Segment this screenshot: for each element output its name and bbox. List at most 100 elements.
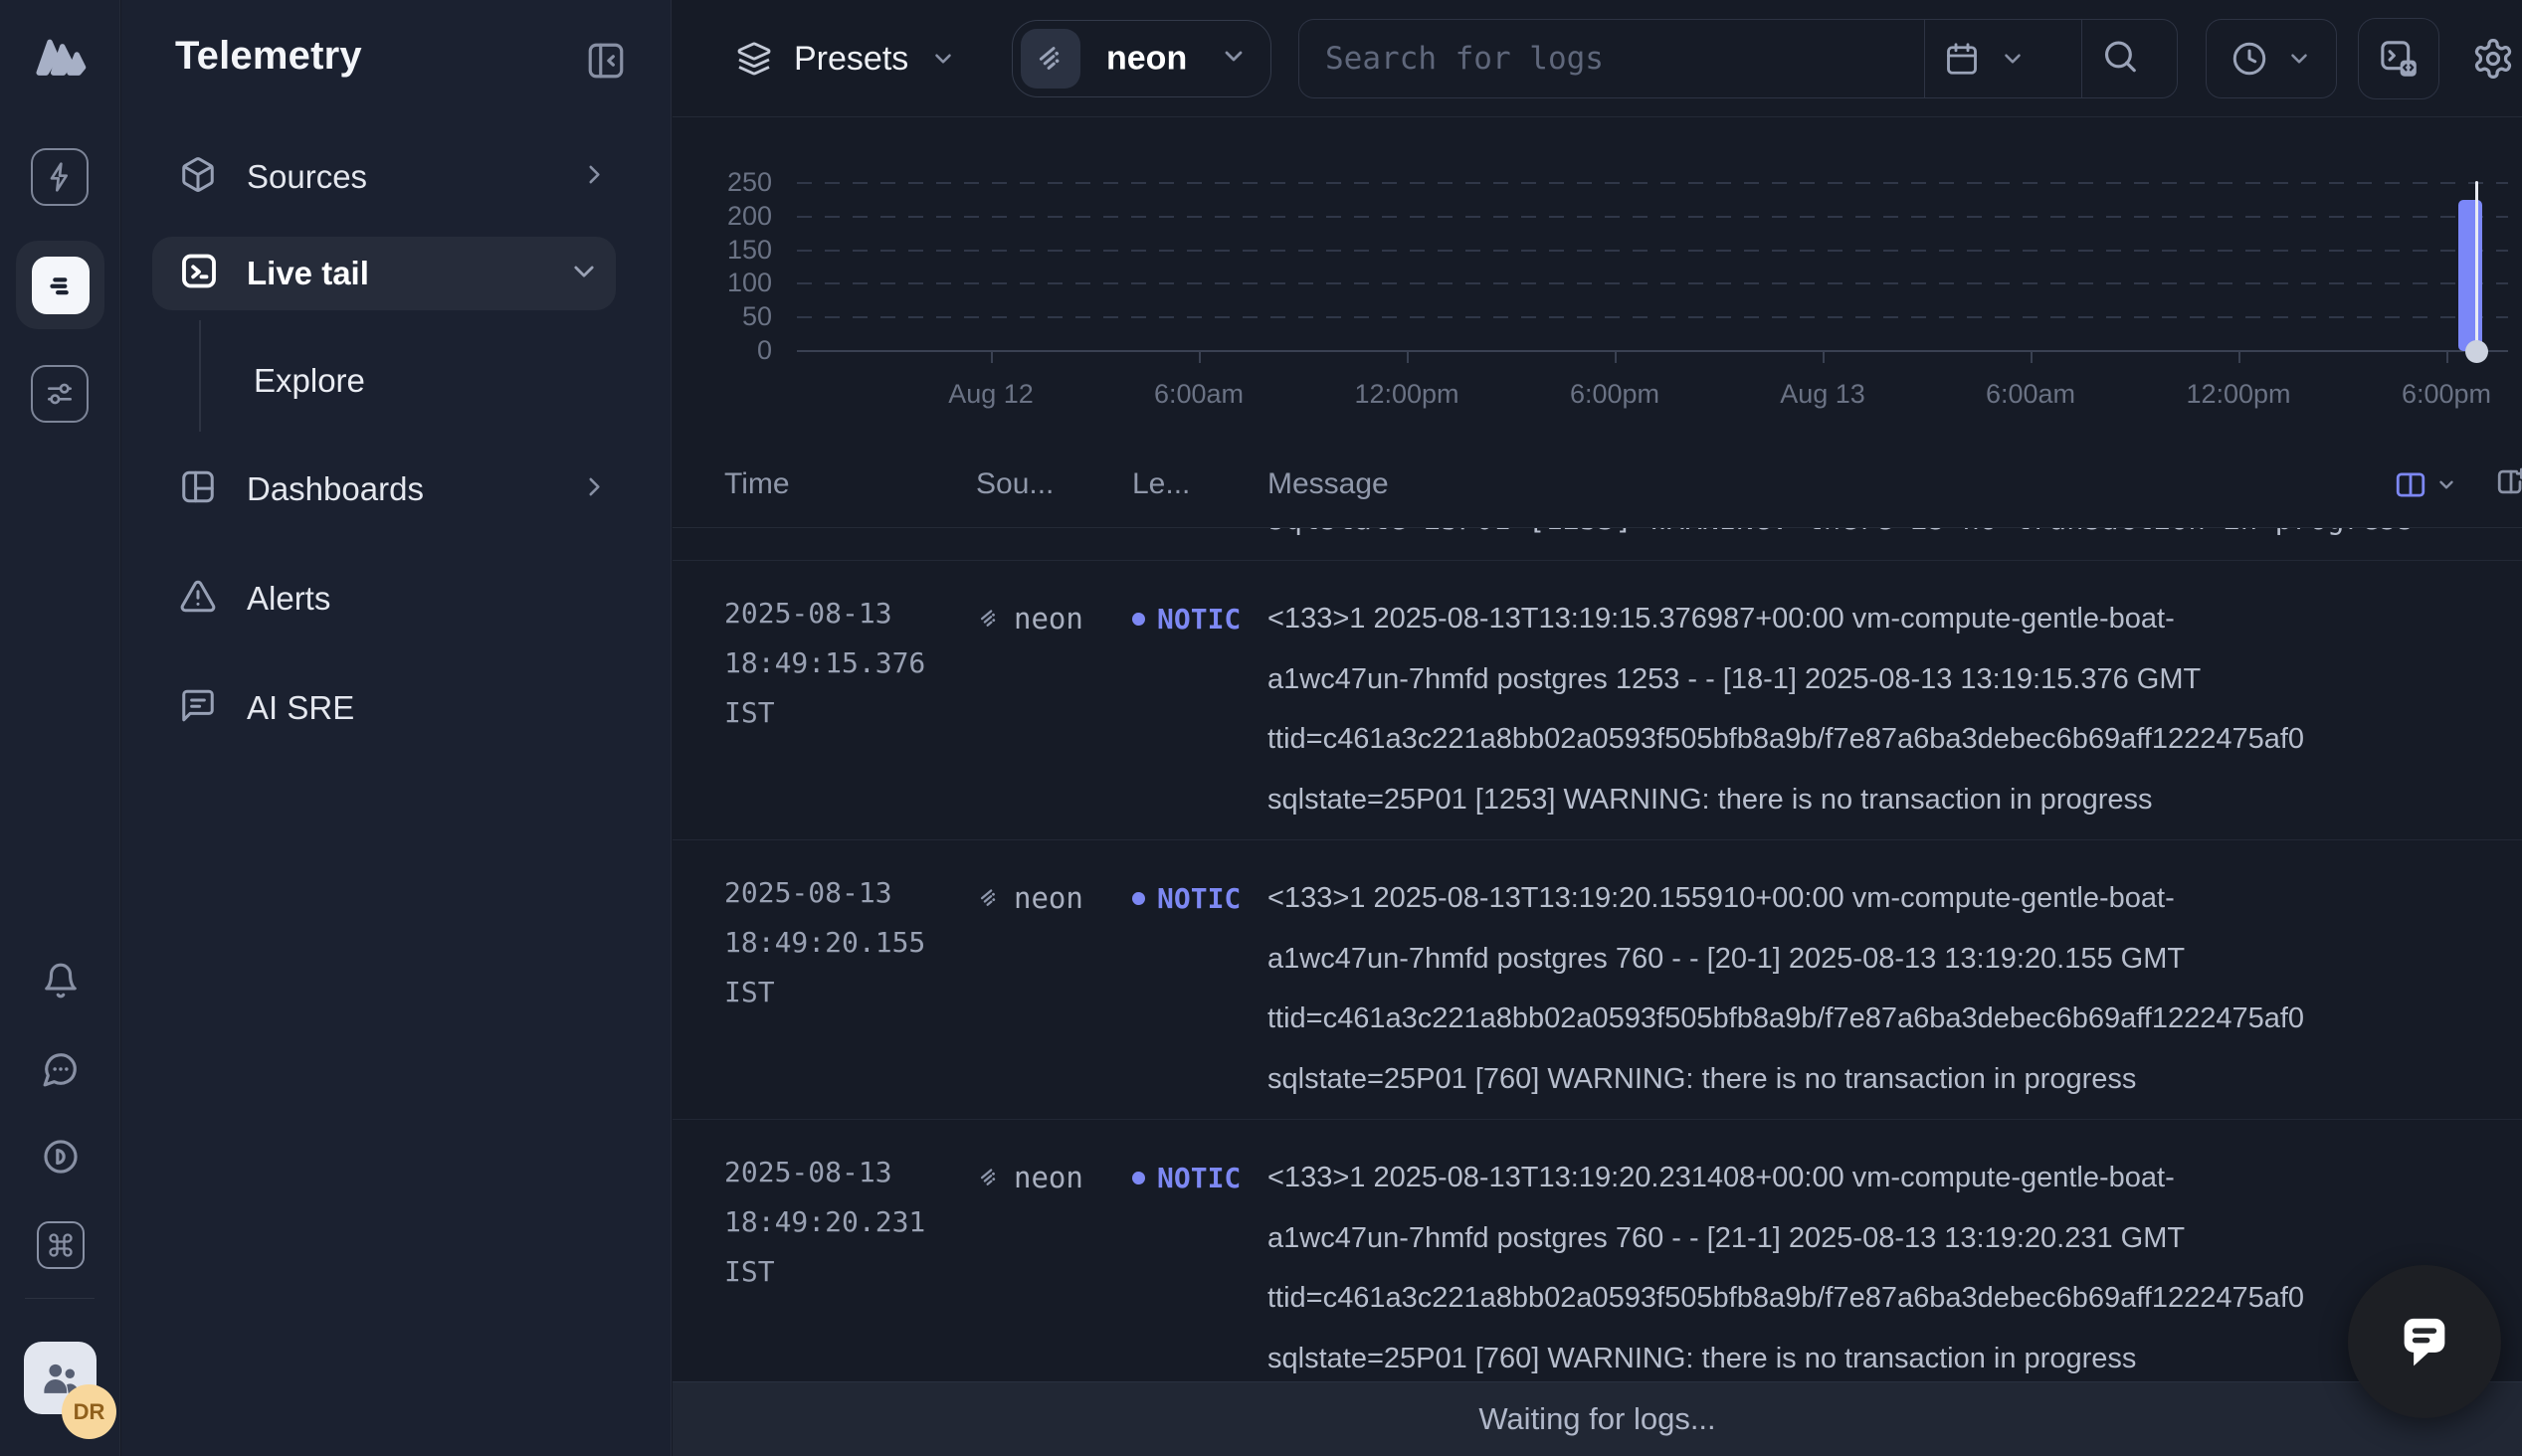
logs-icon: [32, 257, 90, 314]
log-timestamp: 2025-08-1318:49:20.155IST: [724, 868, 976, 1109]
log-level: NOTIC: [1132, 589, 1267, 648]
sidebar-item-alerts[interactable]: Alerts: [121, 564, 672, 634]
sidebar-item-label: Sources: [247, 158, 367, 196]
sidebar-item-label: AI SRE: [247, 689, 354, 727]
source-stream-icon: [1021, 29, 1080, 89]
x-axis-tick: [991, 351, 993, 363]
y-axis-tick-label: 50: [673, 301, 772, 332]
search-input[interactable]: Search for logs: [1325, 41, 1604, 77]
chevron-down-icon: [2435, 473, 2457, 495]
clipped-log-row[interactable]: sqlstate=25P01 [1253] WARNING: there is …: [673, 528, 2522, 561]
y-axis-tick-label: 0: [673, 335, 772, 366]
log-row[interactable]: 2025-08-1318:49:20.231IST neon NOTIC: [673, 1120, 2522, 1399]
app-logo-icon[interactable]: [28, 26, 92, 89]
chevron-down-icon: [570, 258, 598, 290]
gridline: [797, 250, 2508, 252]
log-timestamp: 2025-08-1318:49:15.376IST: [724, 589, 976, 829]
sidebar-item-live-tail[interactable]: Live tail: [152, 237, 616, 310]
live-cursor-line: [2475, 181, 2478, 351]
sidebar-collapse-icon[interactable]: [585, 40, 627, 82]
y-axis-tick-label: 100: [673, 268, 772, 298]
layers-icon: [736, 41, 772, 77]
gridline: [797, 182, 2508, 184]
x-axis-tick-label: 12:00pm: [1317, 379, 1496, 410]
theme-contrast-icon[interactable]: [41, 1137, 81, 1177]
source-stream-icon: [976, 885, 1002, 911]
column-header-level[interactable]: Le...: [1132, 467, 1190, 501]
source-picker[interactable]: neon: [1012, 20, 1271, 97]
log-level: NOTIC: [1132, 868, 1267, 928]
message-square-icon: [179, 687, 217, 730]
sidebar-item-explore[interactable]: Explore: [121, 346, 672, 416]
x-axis-tick-label: 6:00pm: [1525, 379, 1704, 410]
layout-grid-icon: [179, 468, 217, 511]
preferences-sliders-icon[interactable]: [31, 365, 89, 423]
log-source: neon: [976, 868, 1132, 928]
main-panel: Presets neon Search for logs: [673, 0, 2522, 1456]
sidebar-item-dashboards[interactable]: Dashboards: [121, 455, 672, 524]
sidebar-item-label: Explore: [254, 362, 365, 400]
x-axis-tick-label: 6:00pm: [2357, 379, 2522, 410]
chevron-down-icon: [1220, 43, 1248, 76]
flash-nav-icon[interactable]: [31, 148, 89, 206]
log-row[interactable]: 2025-08-1318:49:20.155IST neon NOTIC: [673, 840, 2522, 1120]
source-stream-icon: [976, 606, 1002, 632]
gridline: [797, 282, 2508, 284]
divider: [1924, 20, 1925, 97]
x-axis-tick: [1407, 351, 1409, 363]
log-row[interactable]: 2025-08-1318:49:15.376IST neon NOTIC: [673, 561, 2522, 840]
chart[interactable]: 050100150200250Aug 126:00am12:00pm6:00pm…: [673, 118, 2522, 441]
command-menu-icon[interactable]: [37, 1221, 85, 1269]
clock-icon: [2231, 40, 2268, 78]
column-header-message[interactable]: Message: [1267, 467, 1389, 501]
live-cursor-dot: [2465, 340, 2488, 363]
logs-nav-active[interactable]: [16, 241, 104, 329]
x-axis-tick-label: Aug 12: [901, 379, 1080, 410]
sidebar-item-sources[interactable]: Sources: [121, 142, 672, 212]
level-dot-icon: [1132, 1172, 1145, 1184]
column-header-source[interactable]: Sou...: [976, 467, 1054, 501]
level-dot-icon: [1132, 613, 1145, 626]
two-columns-icon: [2394, 467, 2427, 501]
package-icon: [179, 156, 217, 199]
chevron-right-icon: [581, 162, 607, 193]
user-initials-badge[interactable]: DR: [62, 1384, 116, 1439]
alert-triangle-icon: [179, 578, 217, 621]
x-axis-line: [797, 350, 2508, 352]
chevron-right-icon: [581, 474, 607, 505]
clipped-log-text: sqlstate=25P01 [1253] WARNING: there is …: [1267, 528, 2414, 536]
log-rows: 2025-08-1318:49:15.376IST neon NOTIC: [673, 561, 2522, 1399]
settings-button[interactable]: [2471, 37, 2515, 81]
search-submit-button[interactable]: [2101, 38, 2139, 81]
gridline: [797, 316, 2508, 318]
calendar-icon: [1944, 41, 1980, 77]
time-range-button[interactable]: [2206, 19, 2337, 98]
y-axis-tick-label: 250: [673, 167, 772, 198]
status-bar: Waiting for logs...: [673, 1381, 2522, 1456]
page-title: Telemetry: [175, 34, 362, 79]
log-source: neon: [976, 589, 1132, 648]
histogram-bar: [2458, 200, 2482, 351]
presets-button[interactable]: Presets: [736, 0, 956, 117]
add-column-icon: [2493, 464, 2522, 500]
log-message: <133>1 2025-08-13T13:19:20.155910+00:00 …: [1267, 868, 2522, 1109]
source-stream-icon: [976, 1165, 1002, 1190]
sidebar-item-label: Live tail: [247, 255, 369, 292]
add-column-button[interactable]: [2493, 464, 2522, 505]
columns-layout-button[interactable]: [2394, 467, 2457, 501]
x-axis-tick: [1199, 351, 1201, 363]
feedback-chat-icon[interactable]: [41, 1049, 81, 1089]
gridline: [797, 216, 2508, 218]
console-view-button[interactable]: [2358, 18, 2439, 99]
terminal-export-icon: [2378, 38, 2420, 80]
x-axis-tick: [1615, 351, 1617, 363]
x-axis-tick-label: Aug 13: [1733, 379, 1912, 410]
sidebar-item-label: Alerts: [247, 580, 330, 618]
icon-rail: DR: [0, 0, 120, 1456]
column-header-time[interactable]: Time: [724, 467, 790, 501]
chat-fab[interactable]: [2348, 1265, 2501, 1418]
bell-icon[interactable]: [41, 961, 81, 1001]
x-axis-tick-label: 12:00pm: [2149, 379, 2328, 410]
date-range-button[interactable]: [1944, 41, 2026, 77]
sidebar-item-ai-sre[interactable]: AI SRE: [121, 673, 672, 743]
